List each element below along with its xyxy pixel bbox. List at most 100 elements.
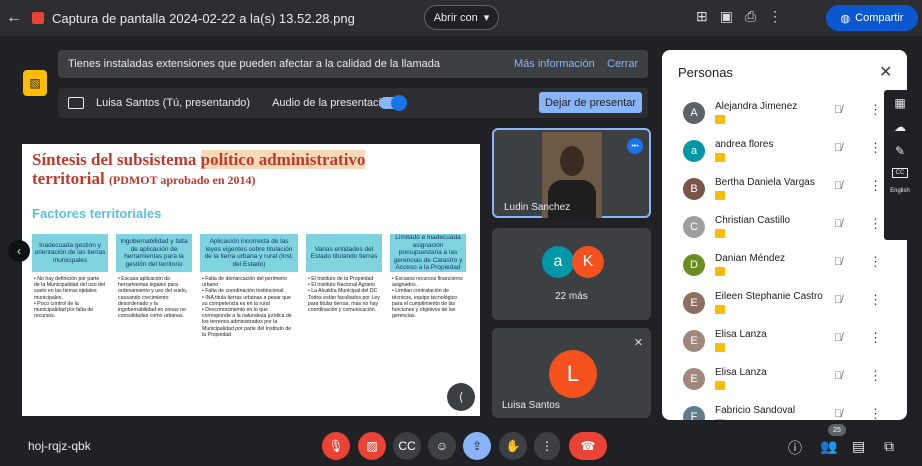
people-list-item[interactable]: A Alejandra Jimenez 🎙̸ ⋮ xyxy=(662,96,907,132)
mic-off-icon[interactable]: 🎙̸ xyxy=(834,218,842,230)
mic-off-button[interactable]: 🎙 xyxy=(322,432,350,460)
presentation-tag-icon xyxy=(715,267,725,276)
raise-hand-button[interactable]: ✋ xyxy=(499,432,527,460)
slide-column: Ingobernabilidad y falta de aplicación d… xyxy=(116,234,192,323)
people-list-item[interactable]: a andrea flores 🎙̸ ⋮ xyxy=(662,134,907,170)
presentation-tag-icon xyxy=(715,153,725,162)
person-name: Elisa Lanza xyxy=(715,329,767,340)
file-title: Captura de pantalla 2024-02-22 a la(s) 1… xyxy=(52,10,355,26)
people-list-item[interactable]: E Elisa Lanza 🎙̸ ⋮ xyxy=(662,362,907,398)
speaker-name: Ludin Sanchez xyxy=(504,202,571,213)
banner-text: Tienes instaladas extensiones que pueden… xyxy=(68,58,441,70)
close-banner-link[interactable]: Cerrar xyxy=(607,58,638,70)
people-icon[interactable]: 👥 xyxy=(820,438,837,455)
captions-icon[interactable]: CC xyxy=(892,168,908,178)
self-tile[interactable]: L ✕ Luisa Santos xyxy=(492,328,651,418)
more-options-icon[interactable]: ⋮ xyxy=(869,216,882,232)
chat-icon[interactable]: ▤ xyxy=(852,438,865,455)
presentation-audio-toggle[interactable] xyxy=(379,95,407,111)
more-info-link[interactable]: Más información xyxy=(514,58,595,70)
more-options-button[interactable]: ⋮ xyxy=(534,432,560,460)
add-comment-icon[interactable]: ▣ xyxy=(720,8,733,25)
people-list-item[interactable]: B Bertha Daniela Vargas 🎙̸ ⋮ xyxy=(662,172,907,208)
meeting-code: hoj-rqjz-qbk xyxy=(28,439,91,453)
column-heading: Ingobernabilidad y falta de aplicación d… xyxy=(116,234,192,272)
end-call-button[interactable]: ☎ xyxy=(569,432,607,460)
presentation-tag-icon xyxy=(715,343,725,352)
people-list-item[interactable]: D Danian Méndez 🎙̸ ⋮ xyxy=(662,248,907,284)
more-options-icon[interactable]: ⋮ xyxy=(869,292,882,308)
back-arrow-icon[interactable]: ← xyxy=(0,9,28,27)
presented-slide: Síntesis del subsistema político adminis… xyxy=(22,130,480,416)
more-options-icon[interactable]: ⋮ xyxy=(869,178,882,194)
column-body: • Escasos recursos financieros asignados… xyxy=(392,276,463,320)
mic-off-icon[interactable]: 🎙̸ xyxy=(834,294,842,306)
open-with-button[interactable]: Abrir con ▾ xyxy=(424,5,499,30)
others-tile[interactable]: a K 22 más xyxy=(492,228,651,320)
stop-presenting-button[interactable]: Dejar de presentar xyxy=(539,92,642,113)
more-options-icon[interactable]: ⋮ xyxy=(869,330,882,346)
more-options-icon[interactable]: ⋮ xyxy=(869,102,882,118)
share-icon[interactable]: ⟨ xyxy=(447,383,475,411)
slide-title-part-a: Síntesis del subsistema xyxy=(32,150,201,169)
captions-button[interactable]: CC xyxy=(393,432,421,460)
slide-column: Limitado e inadecuada asignación presupu… xyxy=(390,234,466,323)
emoji-button[interactable]: ☺ xyxy=(428,432,456,460)
present-screen-icon xyxy=(68,97,84,109)
column-body: • No hay definición por parte de la Muni… xyxy=(34,276,105,320)
present-screen-button[interactable]: ⇪ xyxy=(463,432,491,460)
mic-off-icon[interactable]: 🎙̸ xyxy=(834,256,842,268)
share-button[interactable]: ◍ Compartir xyxy=(826,5,918,31)
extensions-warning-banner: Tienes instaladas extensiones que pueden… xyxy=(58,50,648,78)
people-list-item[interactable]: F Fabricio Sandoval 🎙̸ ⋮ xyxy=(662,400,907,420)
people-list-item[interactable]: E Eileen Stephanie Castro 🎙̸ ⋮ xyxy=(662,286,907,322)
mic-off-icon[interactable]: 🎙̸ xyxy=(834,370,842,382)
chevron-left-icon[interactable]: ‹ xyxy=(8,240,30,262)
slide-column: Aplicación incorrecta de las leyes vigen… xyxy=(200,234,298,342)
presentation-tag-icon xyxy=(715,419,725,420)
avatar: A xyxy=(683,102,705,124)
camera-warning-icon[interactable]: ▧ xyxy=(23,70,47,96)
slide-title-part-d: (PDMOT aprobado en 2014) xyxy=(108,173,256,187)
language-label[interactable]: English xyxy=(890,188,910,194)
speaker-tile[interactable]: ••• Ludin Sanchez xyxy=(492,128,651,218)
people-panel: Personas ✕ A Alejandra Jimenez 🎙̸ ⋮ a andrea … xyxy=(662,50,907,420)
info-icon[interactable]: ⓘ xyxy=(788,438,802,458)
mic-off-icon[interactable]: 🎙̸ xyxy=(834,408,842,420)
column-body: • Falta de demarcación del perímetro urb… xyxy=(202,276,292,338)
pen-icon[interactable]: ✎ xyxy=(895,144,905,158)
more-options-icon[interactable]: ⋮ xyxy=(869,368,882,384)
mic-off-icon[interactable]: 🎙̸ xyxy=(834,104,842,116)
person-name: Bertha Daniela Vargas xyxy=(715,177,815,188)
presentation-tag-icon xyxy=(715,381,725,390)
print-icon[interactable]: ⎙ xyxy=(745,8,756,25)
more-options-icon[interactable]: ⋮ xyxy=(869,406,882,420)
weather-icon[interactable]: ☁ xyxy=(894,120,906,134)
people-list-item[interactable]: E Elisa Lanza 🎙̸ ⋮ xyxy=(662,324,907,360)
participants-count-badge: 25 xyxy=(828,424,846,436)
presentation-tag-icon xyxy=(715,229,725,238)
mic-off-icon[interactable]: 🎙̸ xyxy=(834,180,842,192)
toolbar-icons: ⊞ ▣ ⎙ ⋮ xyxy=(696,8,782,25)
mic-off-icon[interactable]: 🎙̸ xyxy=(834,142,842,154)
people-panel-title: Personas xyxy=(678,65,733,80)
mic-off-icon[interactable]: 🎙̸ xyxy=(834,332,842,344)
avatar: F xyxy=(683,406,705,420)
more-options-icon[interactable]: ⋮ xyxy=(869,140,882,156)
avatar: B xyxy=(683,178,705,200)
apps-grid-icon[interactable]: ▦ xyxy=(894,96,905,110)
share-label: Compartir xyxy=(855,12,904,24)
slide-title-part-c: territorial xyxy=(32,169,109,188)
camera-off-button[interactable]: ▨ xyxy=(358,432,386,460)
activities-icon[interactable]: ⧉ xyxy=(884,438,894,455)
presentation-tag-icon xyxy=(715,115,725,124)
speaker-face xyxy=(560,146,584,176)
column-heading: Varias entidades del Estado titulando ti… xyxy=(306,234,382,272)
person-name: Christian Castillo xyxy=(715,215,791,226)
slide-subtitle: Factores territoriales xyxy=(32,206,162,221)
close-icon[interactable]: ✕ xyxy=(879,62,892,82)
more-options-icon[interactable]: ⋮ xyxy=(768,8,782,25)
add-to-drive-icon[interactable]: ⊞ xyxy=(696,8,708,25)
people-list-item[interactable]: C Christian Castillo 🎙̸ ⋮ xyxy=(662,210,907,246)
more-options-icon[interactable]: ⋮ xyxy=(869,254,882,270)
